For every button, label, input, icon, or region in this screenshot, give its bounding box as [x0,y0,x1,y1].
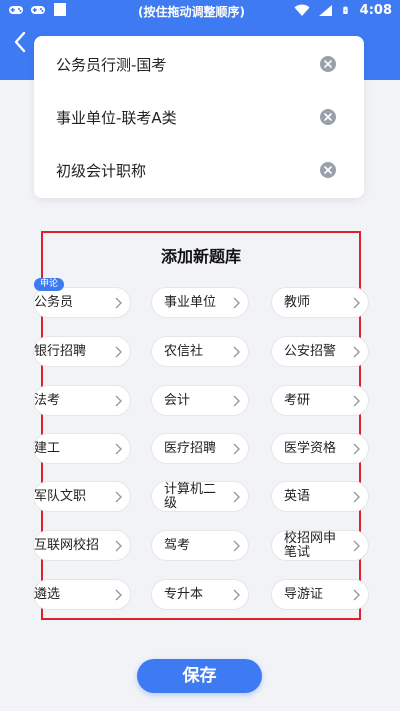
bank-chip[interactable]: 银行招聘 [33,336,131,367]
chevron-right-icon [115,395,122,407]
selected-banks-card: 公务员行测-国考 事业单位-联考A类 初级会计职称 [34,36,364,198]
chevron-right-icon [353,491,360,503]
chevron-right-icon [115,346,122,358]
bank-chip[interactable]: 导游证 [271,579,369,610]
chevron-right-icon [353,589,360,601]
chevron-right-icon [115,443,122,455]
chevron-right-icon [353,346,360,358]
bank-chip[interactable]: 遴选 [33,579,131,610]
selected-bank-item[interactable]: 事业单位-联考A类 [34,97,364,137]
chevron-right-icon [233,297,240,309]
bank-chip-label: 计算机二级 [164,481,217,511]
selected-bank-label: 公务员行测-国考 [56,55,167,74]
chevron-right-icon [353,443,360,455]
gamepad-icon [9,6,23,14]
chevron-right-icon [353,395,360,407]
chevron-right-icon [115,540,122,552]
chevron-right-icon [115,491,122,503]
wifi-icon [294,4,310,16]
bank-chip-label: 教师 [284,294,311,310]
bank-chip[interactable]: 考研 [271,385,369,416]
bank-chip[interactable]: 互联网校招 [33,530,131,561]
bank-chip-label: 公安招警 [284,343,337,359]
bank-chip-label: 法考 [34,392,61,408]
bank-chip[interactable]: 事业单位 [151,287,249,318]
bank-chip[interactable]: 军队文职 [33,481,131,512]
bank-chip[interactable]: 医学资格 [271,433,369,464]
bank-chip-label: 专升本 [164,586,204,602]
chevron-right-icon [353,540,360,552]
bank-chip-label: 驾考 [164,537,191,553]
bank-chip-label: 银行招聘 [34,343,87,359]
chevron-right-icon [233,540,240,552]
bank-chip[interactable]: 会计 [151,385,249,416]
bank-chip-label: 校招网申笔试 [284,530,337,560]
bank-chip-label: 公务员 [34,294,74,310]
bank-chip[interactable]: 英语 [271,481,369,512]
bank-chip[interactable]: 教师 [271,287,369,318]
bank-chip[interactable]: 农信社 [151,336,249,367]
remove-icon[interactable] [320,56,336,72]
remove-icon[interactable] [320,109,336,125]
selected-bank-label: 事业单位-联考A类 [56,108,177,127]
selected-bank-item[interactable]: 公务员行测-国考 [34,44,364,84]
bank-chip[interactable]: 计算机二级 [151,481,249,512]
chevron-right-icon [115,589,122,601]
bank-chip[interactable]: 医疗招聘 [151,433,249,464]
square-notification-icon [54,3,66,16]
essay-badge: 申论 [34,278,65,291]
bank-chip[interactable]: 专升本 [151,579,249,610]
status-left-icons [8,3,68,16]
bank-chip[interactable]: 公安招警 [271,336,369,367]
signal-icon [318,5,332,16]
add-bank-title: 添加新题库 [160,247,241,266]
bank-chip[interactable]: 建工 [33,433,131,464]
chevron-right-icon [115,297,122,309]
bank-chip-label: 互联网校招 [34,537,100,553]
chevron-right-icon [233,395,240,407]
bank-chip[interactable]: 申论 公务员 [33,278,131,318]
bank-chip-label: 医学资格 [284,440,337,456]
bank-chip[interactable]: 驾考 [151,530,249,561]
drag-hint: (按住拖动调整顺序) [138,5,245,19]
chevron-right-icon [233,443,240,455]
bank-chip-label: 军队文职 [34,488,87,504]
chevron-right-icon [233,491,240,503]
bank-chip-label: 会计 [164,392,191,408]
bank-chip-label: 农信社 [164,343,204,359]
selected-bank-label: 初级会计职称 [56,161,147,180]
bank-chip[interactable]: 校招网申笔试 [271,530,369,561]
bank-chip-label: 医疗招聘 [164,440,217,456]
chevron-right-icon [233,589,240,601]
remove-icon[interactable] [320,162,336,178]
back-arrow-icon[interactable] [10,30,30,54]
chevron-right-icon [233,346,240,358]
bank-chip[interactable]: 法考 [33,385,131,416]
bank-chip-label: 事业单位 [164,294,217,310]
bank-chip-label: 英语 [284,488,311,504]
gamepad-icon [31,6,45,14]
selected-bank-item[interactable]: 初级会计职称 [34,150,364,190]
chevron-right-icon [353,297,360,309]
bank-chip-label: 导游证 [284,586,324,602]
bank-chip-label: 遴选 [34,586,61,602]
status-right-icons: 4:08 [294,3,392,18]
bank-chip-label: 建工 [34,440,61,456]
bank-chip-label: 考研 [284,392,311,408]
status-bar: (按住拖动调整顺序) 4:08 [0,0,400,22]
save-button[interactable]: 保存 [137,659,262,693]
add-bank-panel: 添加新题库 申论 公务员 事业单位 教师 银行招聘 农信社 公安招警 法考 会计… [33,231,369,620]
clock: 4:08 [359,3,392,18]
battery-icon [342,6,348,14]
